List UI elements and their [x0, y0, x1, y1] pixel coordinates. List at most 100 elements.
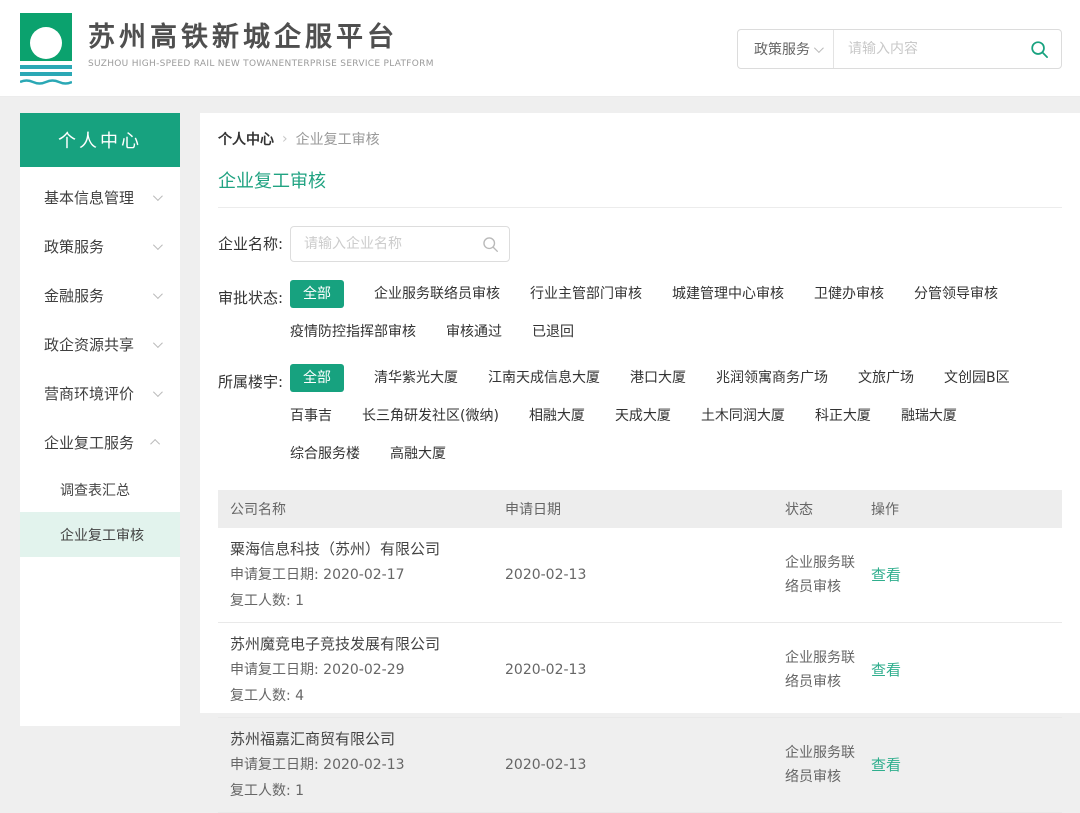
status-option[interactable]: 企业服务联络员审核 [374, 280, 500, 308]
resume-people: 复工人数: 1 [230, 778, 505, 804]
top-header: 苏州高铁新城企服平台 SUZHOU HIGH-SPEED RAIL NEW TO… [0, 0, 1080, 97]
status-option[interactable]: 疫情防控指挥部审核 [290, 318, 416, 346]
resume-date: 申请复工日期: 2020-02-17 [230, 562, 505, 588]
building-option[interactable]: 文创园B区 [944, 364, 1010, 392]
sidebar-item-label: 营商环境评价 [44, 383, 134, 404]
company-search-field [290, 226, 510, 262]
breadcrumb-separator-icon: › [282, 131, 288, 147]
chevron-icon [153, 387, 163, 397]
search-icon[interactable] [1030, 40, 1049, 59]
status-text: 企业服务联络员审核 [785, 646, 871, 694]
resume-date: 申请复工日期: 2020-02-13 [230, 752, 505, 778]
building-option[interactable]: 长三角研发社区(微纳) [362, 402, 499, 430]
company-search-input[interactable] [291, 236, 482, 252]
sidebar-subitem-label: 企业复工审核 [60, 525, 144, 545]
apply-date: 2020-02-13 [505, 753, 785, 777]
building-option[interactable]: 兆润领寓商务广场 [716, 364, 828, 392]
status-option[interactable]: 分管领导审核 [914, 280, 998, 308]
status-option[interactable]: 已退回 [532, 318, 574, 346]
sidebar-item[interactable]: 企业复工服务 [20, 418, 180, 467]
status-option[interactable]: 审核通过 [446, 318, 502, 346]
company-filter-label: 企业名称: [218, 226, 290, 262]
company-name: 苏州魔竞电子竞技发展有限公司 [230, 631, 505, 657]
status-option[interactable]: 全部 [290, 280, 344, 308]
status-option[interactable]: 行业主管部门审核 [530, 280, 642, 308]
main-panel: 个人中心 › 企业复工审核 企业复工审核 企业名称: 审批状态: 全部 企业服务… [200, 113, 1080, 713]
sidebar-item-label: 企业复工服务 [44, 432, 134, 453]
site-title: 苏州高铁新城企服平台 [88, 22, 434, 54]
sidebar-item-label: 政策服务 [44, 236, 104, 257]
building-option[interactable]: 港口大厦 [630, 364, 686, 392]
building-option[interactable]: 百事吉 [290, 402, 332, 430]
status-option[interactable]: 卫健办审核 [814, 280, 884, 308]
filter-building: 所属楼宇: 全部 清华紫光大厦 江南天成信息大厦 港口大厦 兆润领寓商务广场 文… [218, 364, 1062, 468]
search-category-select[interactable]: 政策服务 [738, 30, 834, 68]
sidebar-item[interactable]: 基本信息管理 [20, 173, 180, 222]
building-options: 全部 清华紫光大厦 江南天成信息大厦 港口大厦 兆润领寓商务广场 文旅广场 文创… [290, 364, 1016, 468]
col-action: 操作 [871, 499, 1062, 519]
sidebar-item-label: 政企资源共享 [44, 334, 134, 355]
sidebar-header: 个人中心 [20, 113, 180, 167]
search-category-value: 政策服务 [754, 39, 810, 59]
sidebar-item[interactable]: 政企资源共享 [20, 320, 180, 369]
sidebar-item-label: 金融服务 [44, 285, 104, 306]
logo-sun-icon [20, 13, 72, 61]
sidebar-item[interactable]: 营商环境评价 [20, 369, 180, 418]
sidebar-item[interactable]: 金融服务 [20, 271, 180, 320]
building-option[interactable]: 高融大厦 [390, 440, 446, 468]
resume-people: 复工人数: 1 [230, 588, 505, 614]
building-option[interactable]: 清华紫光大厦 [374, 364, 458, 392]
view-link[interactable]: 查看 [871, 756, 901, 774]
company-search-icon[interactable] [482, 236, 499, 253]
chevron-icon [153, 240, 163, 250]
breadcrumb: 个人中心 › 企业复工审核 [218, 129, 1062, 149]
building-option[interactable]: 天成大厦 [615, 402, 671, 430]
col-status: 状态 [785, 499, 871, 519]
brand: 苏州高铁新城企服平台 SUZHOU HIGH-SPEED RAIL NEW TO… [88, 22, 434, 69]
company-name: 苏州福嘉汇商贸有限公司 [230, 726, 505, 752]
building-option[interactable]: 土木同润大厦 [701, 402, 785, 430]
logo-waves-icon [20, 65, 74, 85]
col-company: 公司名称 [218, 499, 505, 519]
sidebar-item[interactable]: 政策服务 [20, 222, 180, 271]
chevron-icon [153, 191, 163, 201]
building-option[interactable]: 江南天成信息大厦 [488, 364, 600, 392]
table-row: 苏州魔竞电子竞技发展有限公司 申请复工日期: 2020-02-29 复工人数: … [218, 623, 1062, 718]
chevron-down-icon [814, 43, 824, 53]
logo [20, 13, 74, 85]
building-option[interactable]: 文旅广场 [858, 364, 914, 392]
building-option[interactable]: 相融大厦 [529, 402, 585, 430]
status-option[interactable]: 城建管理中心审核 [672, 280, 784, 308]
col-apply-date: 申请日期 [505, 499, 785, 519]
status-text: 企业服务联络员审核 [785, 741, 871, 789]
view-link[interactable]: 查看 [871, 661, 901, 679]
status-text: 企业服务联络员审核 [785, 551, 871, 599]
status-filter-label: 审批状态: [218, 280, 290, 346]
building-option[interactable]: 综合服务楼 [290, 440, 360, 468]
filter-company: 企业名称: [218, 226, 1062, 262]
apply-date: 2020-02-13 [505, 658, 785, 682]
sidebar-item-label: 基本信息管理 [44, 187, 134, 208]
building-option[interactable]: 融瑞大厦 [901, 402, 957, 430]
filter-status: 审批状态: 全部 企业服务联络员审核 行业主管部门审核 城建管理中心审核 卫健办… [218, 280, 1062, 346]
header-search: 政策服务 [737, 29, 1062, 69]
table-row: 苏州福嘉汇商贸有限公司 申请复工日期: 2020-02-13 复工人数: 1 2… [218, 718, 1062, 813]
chevron-icon [153, 289, 163, 299]
building-filter-label: 所属楼宇: [218, 364, 290, 468]
header-search-input[interactable] [834, 41, 1030, 57]
building-option[interactable]: 全部 [290, 364, 344, 392]
sidebar-subitem[interactable]: 调查表汇总 [20, 467, 180, 512]
company-name: 粟海信息科技（苏州）有限公司 [230, 536, 505, 562]
sidebar-subitem-label: 调查表汇总 [60, 480, 130, 500]
chevron-icon [153, 338, 163, 348]
breadcrumb-current: 企业复工审核 [296, 129, 380, 149]
building-option[interactable]: 科正大厦 [815, 402, 871, 430]
sidebar-subitem[interactable]: 企业复工审核 [20, 512, 180, 557]
view-link[interactable]: 查看 [871, 566, 901, 584]
table-row: 粟海信息科技（苏州）有限公司 申请复工日期: 2020-02-17 复工人数: … [218, 528, 1062, 623]
page-title: 企业复工审核 [218, 167, 1062, 193]
chevron-icon [150, 439, 160, 449]
site-subtitle: SUZHOU HIGH-SPEED RAIL NEW TOWANENTERPRI… [88, 59, 434, 69]
breadcrumb-home[interactable]: 个人中心 [218, 129, 274, 149]
resume-date: 申请复工日期: 2020-02-29 [230, 657, 505, 683]
